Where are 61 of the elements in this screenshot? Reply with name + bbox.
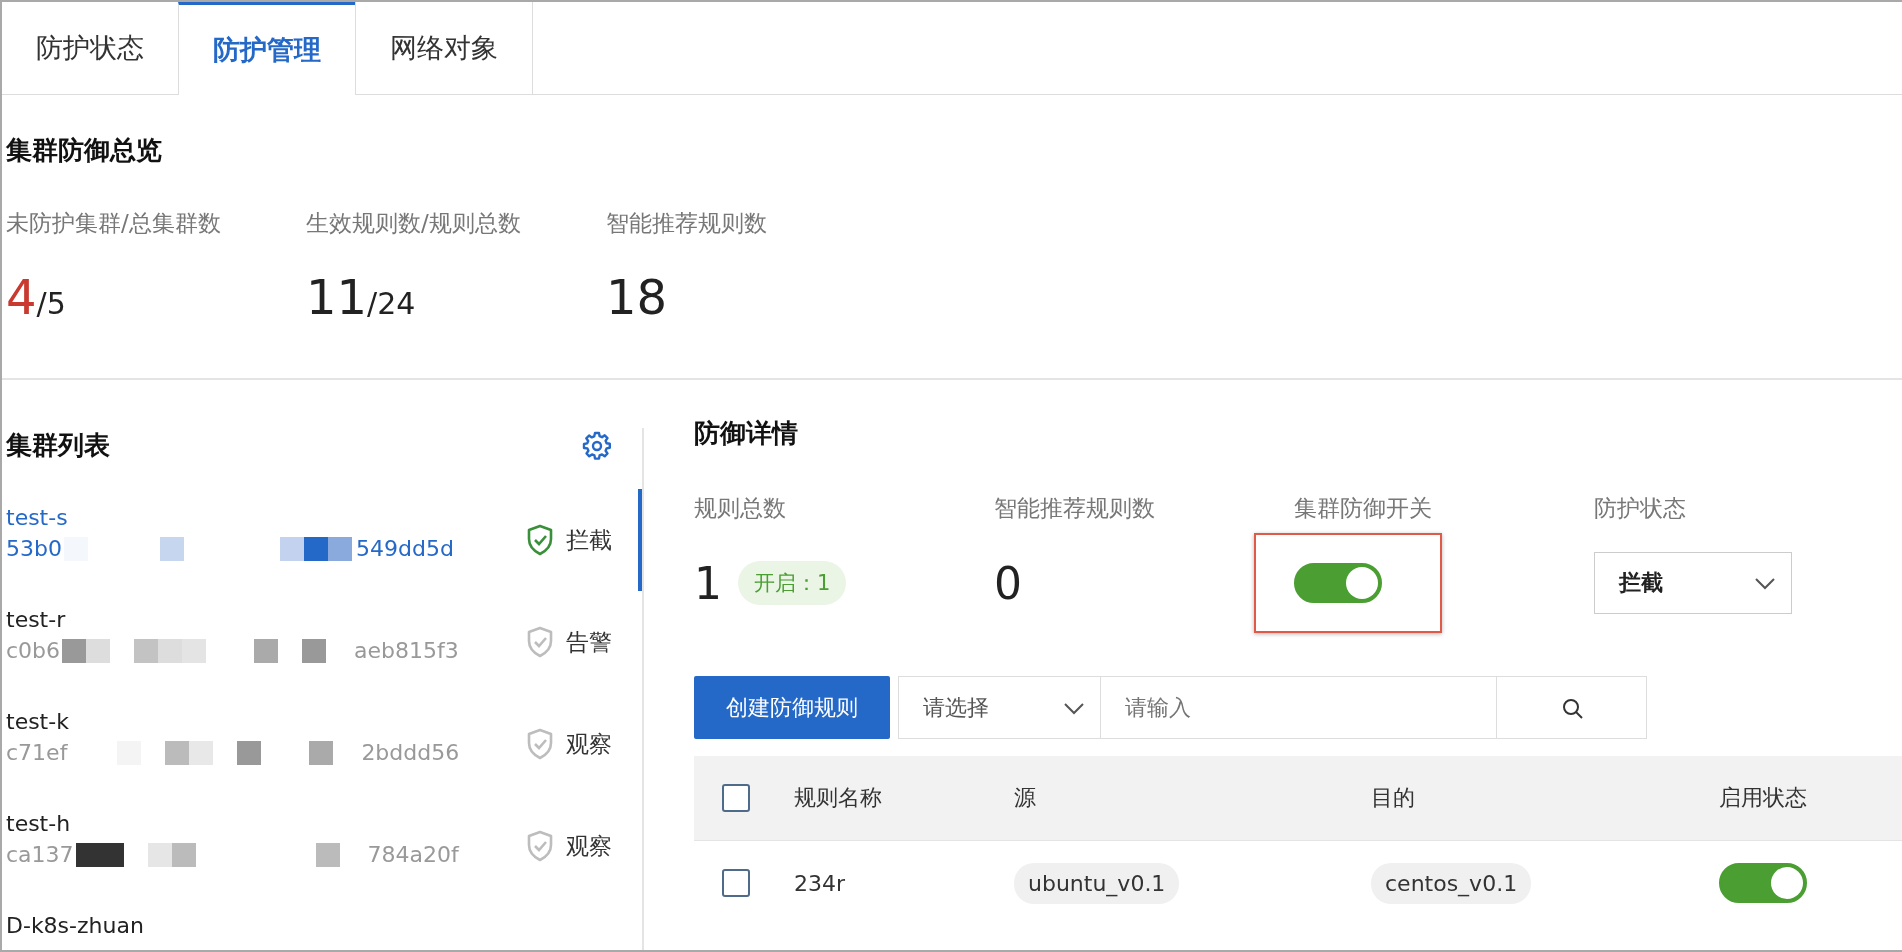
cluster-status: 告警	[566, 627, 612, 657]
cluster-id: 784a20f	[367, 842, 459, 867]
cluster-item[interactable]: D-k8s-zhuan	[2, 897, 642, 950]
stat-value: 1	[694, 557, 722, 609]
dropdown-value: 拦截	[1619, 569, 1663, 597]
settings-icon[interactable]	[582, 430, 612, 461]
tag: ubuntu_v0.1	[1014, 862, 1180, 904]
search-icon	[1560, 696, 1583, 719]
stat-label: 未防护集群/总集群数	[6, 209, 222, 238]
cluster-id: c71ef	[6, 740, 68, 765]
stat-value: 0	[994, 557, 1022, 609]
filter-select[interactable]: 请选择	[898, 676, 1101, 739]
cluster-status: 拦截	[566, 525, 612, 555]
cluster-name: D-k8s-zhuan	[6, 913, 144, 938]
stat-total: /5	[36, 286, 66, 321]
section-title: 防御详情	[694, 417, 799, 450]
cluster-id: 549dd5d	[355, 536, 454, 561]
checkbox[interactable]	[722, 869, 750, 897]
tab[interactable]: 防护管理	[178, 2, 356, 95]
cluster-item[interactable]: test-r c0b6 aeb815f3 告警	[2, 591, 642, 693]
tag: centos_v0.1	[1371, 862, 1532, 904]
search-field[interactable]: 请输入	[1101, 676, 1497, 739]
section-title: 集群防御总览	[6, 134, 163, 167]
checkbox[interactable]	[722, 784, 750, 812]
stat-value: 18	[606, 269, 668, 325]
cluster-id: 53b0	[6, 536, 62, 561]
cluster-id: c0b6	[6, 638, 61, 663]
stat-label: 智能推荐规则数	[606, 209, 768, 238]
select-placeholder: 请选择	[923, 693, 989, 722]
cluster-status: 观察	[566, 831, 612, 861]
stat-value: 11	[306, 269, 368, 325]
cluster-id: ca137	[6, 842, 74, 867]
stat-label: 智能推荐规则数	[994, 494, 1155, 523]
cluster-item[interactable]: test-k c71ef 2bddd56 观察	[2, 693, 642, 795]
cluster-item[interactable]: test-s 53b0 549dd5d 拦截	[2, 489, 642, 591]
stat-label: 生效规则数/规则总数	[306, 209, 522, 238]
stat-label: 集群防御开关	[1294, 494, 1432, 523]
cluster-name: test-r	[6, 607, 66, 632]
toggle-switch[interactable]	[1294, 563, 1382, 603]
column-header: 目的	[1371, 785, 1415, 810]
status-badge: 开启：1	[738, 561, 847, 605]
cluster-id: 2bddd56	[361, 740, 460, 765]
section-title: 集群列表	[6, 429, 110, 462]
cluster-item[interactable]: test-h ca137 784a20f 观察	[2, 795, 642, 897]
cluster-name: test-k	[6, 709, 69, 734]
cluster-name: test-s	[6, 505, 68, 530]
stat-label: 规则总数	[694, 494, 786, 523]
create-rule-button[interactable]: 创建防御规则	[694, 676, 890, 739]
tab[interactable]: 网络对象	[355, 2, 533, 94]
table-cell: 234r	[794, 870, 846, 896]
mode-dropdown[interactable]: 拦截	[1594, 552, 1792, 614]
cluster-name: test-h	[6, 811, 71, 836]
stat-total: /24	[367, 286, 416, 321]
column-header: 规则名称	[794, 785, 882, 810]
cluster-id: aeb815f3	[354, 638, 459, 663]
cluster-status: 观察	[566, 729, 612, 759]
column-header: 启用状态	[1719, 785, 1807, 810]
toggle-switch[interactable]	[1719, 863, 1807, 903]
stat-label: 防护状态	[1594, 494, 1686, 523]
column-header: 源	[1014, 785, 1036, 810]
stat-value: 4	[6, 269, 37, 325]
